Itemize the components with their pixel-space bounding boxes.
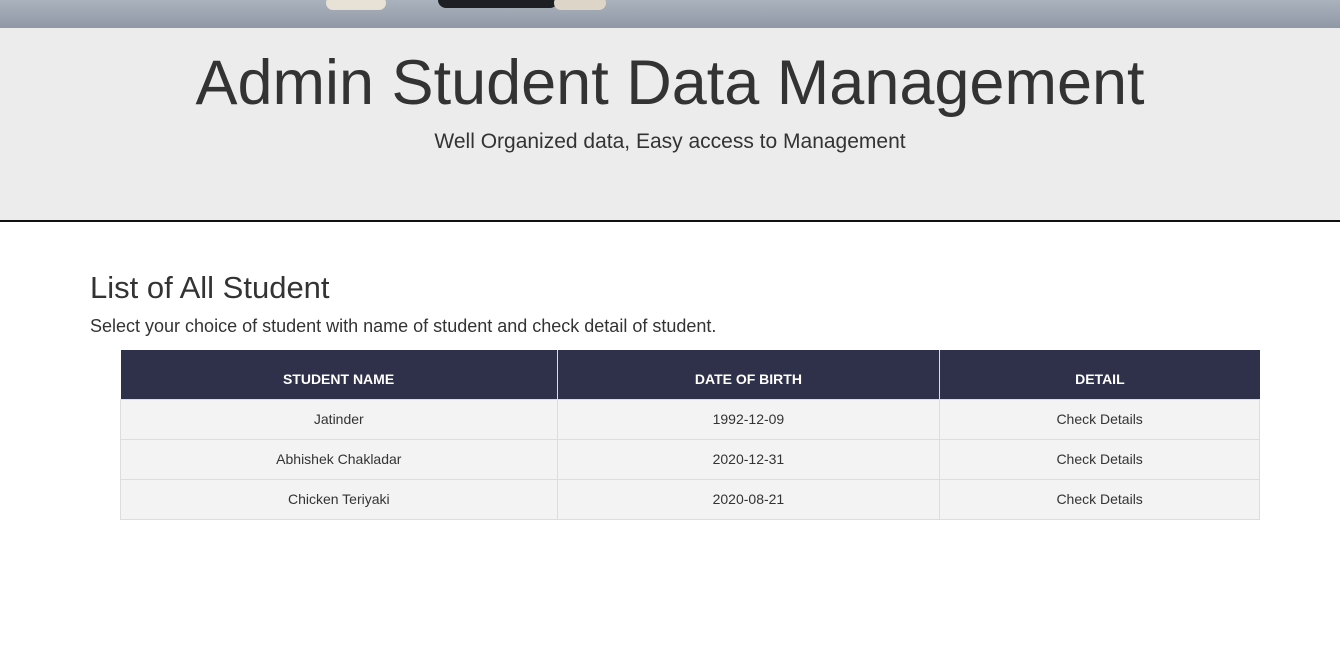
check-details-link[interactable]: Check Details [939, 438, 1260, 480]
section-description: Select your choice of student with name … [90, 316, 717, 336]
table-row: Jatinder 1992-12-09 Check Details [120, 398, 1260, 440]
hero-figure-part [438, 0, 558, 8]
section-heading: List of All Student [90, 270, 330, 305]
check-details-link[interactable]: Check Details [939, 398, 1260, 440]
column-header-student-name: STUDENT NAME [120, 350, 558, 399]
table-header-row: STUDENT NAME DATE OF BIRTH DETAIL [120, 350, 1260, 399]
check-details-link[interactable]: Check Details [939, 478, 1260, 520]
student-name-cell: Chicken Teriyaki [120, 478, 558, 520]
date-of-birth-cell: 1992-12-09 [556, 398, 941, 440]
hero-figure-image [318, 0, 618, 12]
table-row: Chicken Teriyaki 2020-08-21 Check Detail… [120, 478, 1260, 520]
student-list-section: List of All Student Select your choice o… [90, 270, 1260, 336]
hero-figure-part [554, 0, 606, 10]
date-of-birth-cell: 2020-12-31 [556, 438, 941, 480]
page-title: Admin Student Data Management [195, 48, 1145, 118]
hero-banner-image [0, 0, 1340, 28]
jumbotron: Admin Student Data Management Well Organ… [0, 28, 1340, 222]
student-name-cell: Jatinder [120, 398, 558, 440]
date-of-birth-cell: 2020-08-21 [556, 478, 941, 520]
table-row: Abhishek Chakladar 2020-12-31 Check Deta… [120, 438, 1260, 480]
column-header-detail: DETAIL [939, 350, 1260, 399]
student-table: STUDENT NAME DATE OF BIRTH DETAIL Jatind… [120, 350, 1260, 520]
student-name-cell: Abhishek Chakladar [120, 438, 558, 480]
column-header-date-of-birth: DATE OF BIRTH [557, 350, 941, 399]
hero-figure-part [326, 0, 386, 10]
page-subtitle: Well Organized data, Easy access to Mana… [434, 130, 906, 153]
